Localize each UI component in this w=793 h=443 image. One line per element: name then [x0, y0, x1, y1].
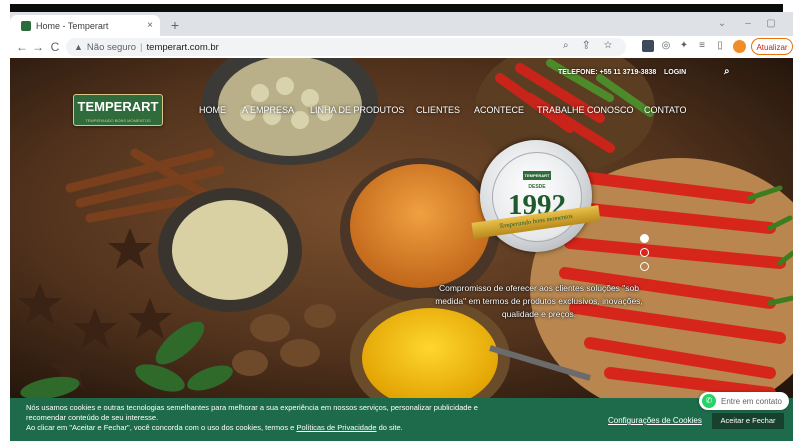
hero-tagline: Compromisso de oferecer aos clientes sol… [435, 283, 643, 319]
slider-dots [640, 234, 649, 276]
whatsapp-label: Entre em contato [721, 396, 782, 406]
since-1992-seal: TEMPERART DESDE 1992 Temperando bons mom… [471, 140, 601, 252]
reading-list-icon[interactable]: ≡ [696, 40, 708, 52]
url-separator: | [140, 41, 143, 53]
nav-acontece[interactable]: ACONTECE [474, 105, 524, 115]
top-dark-strip [10, 4, 783, 12]
cookie-line-1: Nós usamos cookies e outras tecnologias … [26, 403, 478, 412]
tab-search-icon[interactable]: ⌄ [714, 18, 730, 29]
back-icon[interactable]: ← [14, 39, 30, 55]
tab-home[interactable]: Home - Temperart × [10, 15, 160, 36]
reload-icon[interactable]: C [47, 39, 63, 55]
site-logo[interactable]: TEMPERART TEMPERANDO BONS MOMENTOS [73, 94, 163, 126]
whatsapp-contact-button[interactable]: ✆ Entre em contato [699, 392, 789, 410]
forward-icon[interactable]: → [30, 39, 46, 55]
cookie-settings-link[interactable]: Configurações de Cookies [608, 416, 702, 425]
whatsapp-icon: ✆ [702, 394, 716, 408]
slider-dot-2[interactable] [640, 248, 649, 257]
hero-banner: TEMPERART TEMPERANDO BONS MOMENTOS TELEF… [10, 58, 793, 398]
new-tab-icon[interactable]: + [167, 17, 183, 33]
slider-dot-3[interactable] [640, 262, 649, 271]
login-link[interactable]: LOGIN [664, 69, 686, 76]
accept-cookies-button[interactable]: Aceitar e Fechar [712, 413, 784, 429]
url-text[interactable]: temperart.com.br [147, 42, 219, 53]
slider-dot-1[interactable] [640, 234, 649, 243]
nav-contato[interactable]: CONTATO [644, 105, 687, 115]
cookie-line-3-end: do site. [376, 423, 403, 432]
nav-a-empresa[interactable]: A EMPRESA [242, 105, 294, 115]
logo-text: TEMPERART [77, 99, 159, 114]
tab-title: Home - Temperart [36, 20, 109, 31]
tab-bar: Home - Temperart × + ⌄ – ▢ [10, 12, 793, 36]
seal-logo: TEMPERART [523, 171, 551, 180]
tab-close-icon[interactable]: × [142, 20, 158, 31]
phone-number[interactable]: TELEFONE: +55 11 3719-3838 [558, 69, 656, 76]
minimize-icon[interactable]: – [740, 18, 756, 29]
profile-avatar[interactable] [733, 40, 746, 53]
browser-toolbar: ← → C ▲ Não seguro | temperart.com.br ⌕ … [10, 36, 793, 59]
favicon-icon [21, 20, 31, 31]
update-button[interactable]: Atualizar [751, 38, 793, 55]
warning-icon[interactable]: ▲ [74, 42, 83, 52]
cookie-line-3-start: Ao clicar em "Aceitar e Fechar", você co… [26, 423, 297, 432]
nav-trabalhe-conosco[interactable]: TRABALHE CONOSCO [537, 105, 634, 115]
nav-home[interactable]: HOME [199, 105, 226, 115]
side-panel-icon[interactable]: ▯ [714, 40, 726, 52]
privacy-policy-link[interactable]: Políticas de Privacidade [296, 423, 376, 432]
cookie-text: Nós usamos cookies e outras tecnologias … [26, 403, 586, 433]
nav-linha-de-produtos[interactable]: LINHA DE PRODUTOS [310, 105, 404, 115]
extension-pin-icon[interactable]: ✦ [678, 40, 690, 52]
cookie-banner: Nós usamos cookies e outras tecnologias … [10, 398, 793, 443]
logo-subtitle: TEMPERANDO BONS MOMENTOS [85, 118, 151, 123]
nav-clientes[interactable]: CLIENTES [416, 105, 460, 115]
security-label[interactable]: Não seguro [87, 42, 136, 53]
omnibox-icons[interactable]: ⌕ ⇪ ☆ [563, 40, 618, 51]
extension-chat-icon[interactable]: ◎ [660, 40, 672, 52]
cookie-line-3: Ao clicar em "Aceitar e Fechar", você co… [26, 423, 586, 433]
extension-icon[interactable] [642, 40, 654, 52]
address-bar[interactable]: ▲ Não seguro | temperart.com.br ⌕ ⇪ ☆ [66, 38, 626, 56]
search-icon[interactable]: ⌕ [724, 66, 730, 77]
cookie-line-2: recomendar conteúdo de seu interesse. [26, 413, 159, 422]
maximize-icon[interactable]: ▢ [763, 18, 779, 29]
